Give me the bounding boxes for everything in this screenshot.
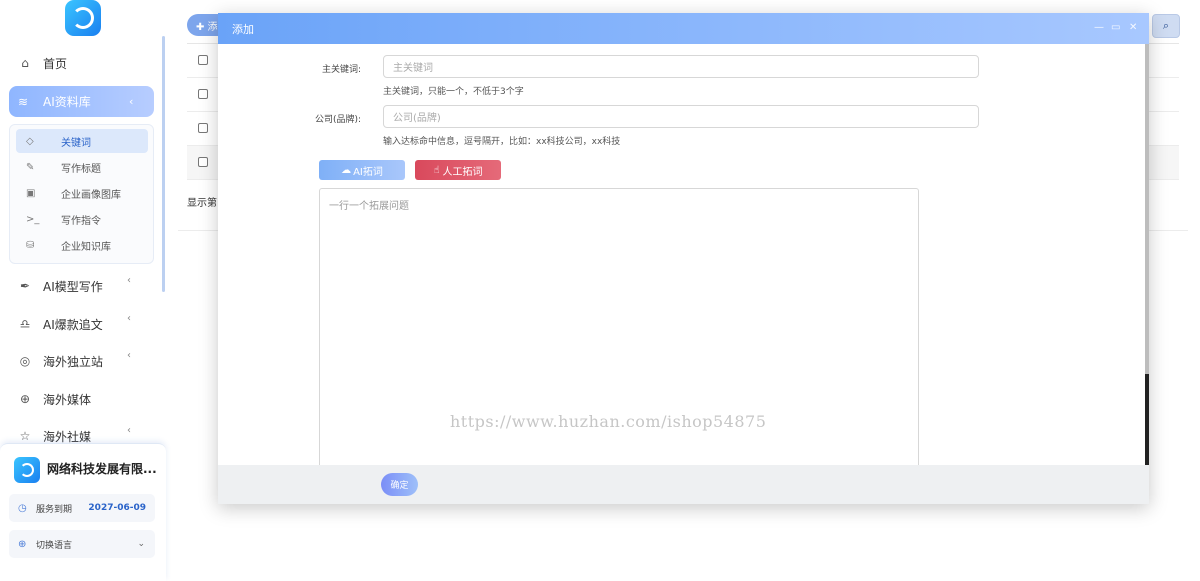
nav-item-home[interactable]: ⌂ 首页	[0, 48, 160, 78]
language-switch[interactable]: ⊕ 切换语言 ⌄	[9, 530, 155, 558]
keyword-input[interactable]: 主关键词	[383, 55, 979, 78]
subnav: ◇ 关键词 ✎ 写作标题 ▣ 企业画像图库 >_ 写作指令 ⛁ 企业知识库	[9, 124, 154, 264]
nav-item-overseas-media[interactable]: ⊕ 海外媒体	[0, 384, 160, 414]
row-checkbox[interactable]	[198, 89, 208, 99]
company-name: 网络科技发展有限...	[47, 462, 157, 476]
pagination-info: 显示第	[187, 198, 217, 209]
subnav-item-titles[interactable]: ✎ 写作标题	[16, 155, 148, 179]
expansion-textarea[interactable]: 一行一个拓展问题	[319, 188, 919, 478]
hand-pointer-icon: ☝	[433, 164, 440, 176]
dialog-scrollbar[interactable]	[1145, 44, 1149, 374]
sidebar: ⌂ 首页 ≋ AI资料库 ‹ ◇ 关键词 ✎ 写作标题 ▣ 企业画像图库 >_ …	[0, 0, 167, 581]
chevron-left-icon: ‹	[127, 313, 131, 324]
feather-icon: ✎	[26, 161, 35, 173]
clock-icon: ◷	[18, 502, 27, 514]
nav-item-overseas-site[interactable]: ◎ 海外独立站 ‹	[0, 346, 160, 376]
bell-icon: ♎	[19, 317, 31, 331]
chevron-down-icon: ⌄	[137, 539, 145, 549]
nav-item-ai-writing[interactable]: ✒ AI模型写作 ‹	[0, 271, 160, 301]
keyword-label: 主关键词:	[321, 65, 361, 75]
company-label: 公司(品牌):	[314, 115, 361, 125]
dialog-scrollbar-thumb[interactable]	[1145, 374, 1149, 465]
compass-icon: ◎	[19, 354, 31, 368]
chevron-left-icon: ‹	[127, 425, 131, 436]
cloud-icon: ☁	[341, 164, 352, 176]
subnav-item-knowledge-base[interactable]: ⛁ 企业知识库	[16, 233, 148, 257]
subnav-item-keywords[interactable]: ◇ 关键词	[16, 129, 148, 153]
company-hint: 输入达标命中信息，逗号隔开，比如：xx科技公司，xx科技	[383, 137, 621, 147]
select-all-checkbox[interactable]	[198, 55, 208, 65]
confirm-button[interactable]: 确定	[381, 473, 418, 496]
company-logo	[14, 457, 40, 483]
nav-item-ai-library[interactable]: ≋ AI资料库 ‹	[9, 86, 154, 117]
search-button[interactable]: ⌕	[1152, 14, 1180, 38]
terminal-icon: >_	[26, 213, 40, 225]
database-icon: ⛁	[26, 239, 35, 251]
pen-icon: ✒	[19, 279, 31, 293]
manual-expand-button[interactable]: ☝ 人工拓词	[415, 160, 501, 180]
row-checkbox[interactable]	[198, 123, 208, 133]
minimize-icon[interactable]: —	[1094, 22, 1104, 33]
service-expiry-date: 2027-06-09	[88, 503, 146, 513]
watermark: https://www.huzhan.com/ishop54875	[450, 412, 767, 431]
company-card: 网络科技发展有限... ◷ 服务到期 2027-06-09 ⊕ 切换语言 ⌄	[0, 443, 166, 581]
app-logo[interactable]	[65, 0, 101, 36]
nav-item-ai-trending[interactable]: ♎ AI爆款追文 ‹	[0, 309, 160, 339]
textarea-placeholder: 一行一个拓展问题	[329, 201, 409, 212]
company-input[interactable]: 公司(品牌)	[383, 105, 979, 128]
close-icon[interactable]: ✕	[1129, 22, 1137, 33]
layers-icon: ≋	[18, 94, 29, 109]
service-expiry-row: ◷ 服务到期 2027-06-09	[9, 494, 155, 522]
image-icon: ▣	[26, 187, 36, 199]
star-icon: ☆	[19, 429, 31, 443]
subnav-item-instructions[interactable]: >_ 写作指令	[16, 207, 148, 231]
keyword-hint: 主关键词，只能一个，不低于3个字	[383, 87, 524, 97]
globe-icon: ⊕	[19, 392, 31, 406]
home-icon: ⌂	[21, 56, 29, 70]
row-checkbox[interactable]	[198, 157, 208, 167]
chevron-left-icon: ‹	[127, 275, 131, 286]
chevron-left-icon: ‹	[127, 350, 131, 361]
subnav-item-image-library[interactable]: ▣ 企业画像图库	[16, 181, 148, 205]
maximize-icon[interactable]: ▭	[1111, 22, 1120, 33]
dialog-title: 添加	[232, 22, 254, 36]
sidebar-scrollbar[interactable]	[162, 36, 165, 292]
globe-icon: ⊕	[18, 538, 27, 550]
ai-expand-button[interactable]: ☁ AI拓词	[319, 160, 405, 180]
dialog-footer: 确定	[218, 465, 1149, 504]
search-icon: ⌕	[1162, 19, 1170, 32]
dialog-header: 添加 — ▭ ✕	[218, 13, 1149, 44]
chevron-left-icon: ‹	[129, 95, 134, 108]
tag-icon: ◇	[26, 135, 34, 147]
